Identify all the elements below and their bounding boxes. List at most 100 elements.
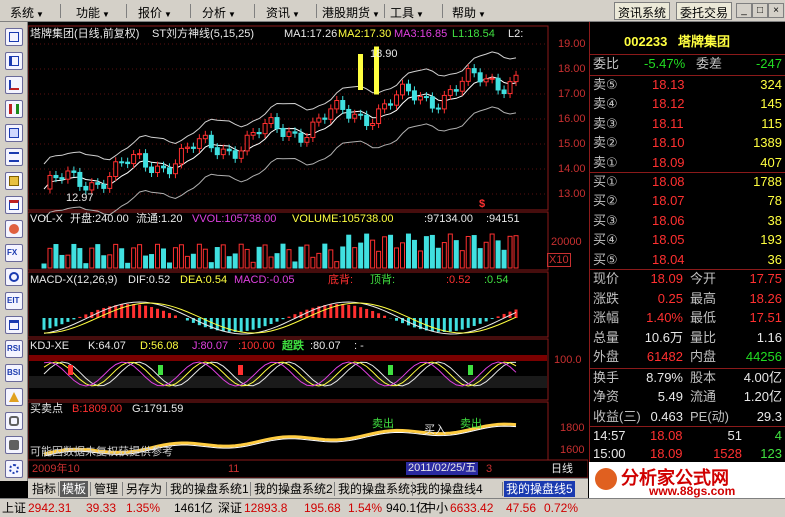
- candle-body: [226, 148, 232, 152]
- date-mid: 11: [228, 463, 240, 475]
- volume-bar: [334, 261, 340, 269]
- menu-analysis[interactable]: 分析 ▼: [202, 4, 236, 21]
- volume-bar: [400, 242, 405, 269]
- volume-bar: [59, 254, 65, 269]
- window-icon[interactable]: [5, 316, 23, 334]
- volume-bar: [340, 246, 346, 269]
- candle-body: [346, 108, 352, 119]
- warning-icon[interactable]: [5, 388, 23, 406]
- candle-body: [435, 107, 441, 110]
- note-icon[interactable]: [5, 196, 23, 214]
- macd-bar: [60, 318, 64, 325]
- highlight-candle: [358, 54, 363, 90]
- buy-volume: 193: [760, 232, 782, 248]
- formula-icon[interactable]: FX: [5, 244, 23, 262]
- candle-body: [113, 161, 119, 178]
- macd-v1: :0.52: [446, 274, 471, 286]
- close-button[interactable]: ×: [768, 3, 784, 18]
- macd-bar: [466, 318, 470, 328]
- line-chart-icon[interactable]: [5, 76, 23, 94]
- settings-icon[interactable]: [5, 460, 23, 478]
- menu-quote[interactable]: 报价 ▼: [138, 4, 172, 21]
- menu-help[interactable]: 帮助 ▼: [452, 4, 486, 21]
- macd-bar: [460, 318, 464, 330]
- tab-manage[interactable]: 管理: [92, 481, 120, 497]
- menu-hk-futures[interactable]: 港股期货 ▼: [322, 4, 380, 21]
- buy-price: 18.05: [652, 232, 685, 248]
- sell-label: 卖③: [593, 115, 618, 131]
- volume-bar: [423, 236, 429, 269]
- volume-bar: [143, 255, 149, 269]
- stat2-label: PE(动): [690, 408, 730, 424]
- tick-count: 123: [760, 446, 782, 461]
- table-icon[interactable]: [5, 52, 23, 70]
- candle-body: [477, 72, 483, 83]
- macd-bar: [490, 318, 494, 319]
- menu-function[interactable]: 功能 ▼: [76, 4, 110, 21]
- phone-icon[interactable]: [5, 436, 23, 454]
- macd-bar: [454, 318, 458, 331]
- news-icon[interactable]: [5, 148, 23, 166]
- volume-bar: [483, 241, 489, 269]
- maximize-button[interactable]: □: [752, 3, 768, 18]
- vol-axis: 20000: [551, 236, 582, 248]
- stat2-value: 4.00亿: [743, 370, 782, 385]
- tab-system-2[interactable]: 我的操盘系统2: [252, 481, 335, 497]
- tab-template[interactable]: 模板: [60, 481, 89, 497]
- stat-value: 17.75: [749, 271, 782, 286]
- link-icon[interactable]: [5, 412, 23, 430]
- ma2-value: MA2:17.30: [338, 28, 392, 40]
- brand-url: www.88gs.com: [649, 484, 736, 498]
- l1-value: L1:18.54: [452, 28, 495, 40]
- tick-time: 15:00: [593, 446, 626, 461]
- candle-body: [447, 89, 453, 96]
- period-label[interactable]: 日线: [551, 463, 573, 476]
- menu-tools[interactable]: 工具 ▼: [390, 4, 424, 21]
- trade-button[interactable]: 委托交易: [676, 2, 733, 20]
- kdj-overbought-band: [29, 355, 547, 361]
- quote-list-icon[interactable]: [5, 28, 23, 46]
- stat-label: 涨幅: [593, 310, 620, 326]
- minimize-button[interactable]: _: [736, 3, 752, 18]
- tab-indicator[interactable]: 指标: [30, 481, 58, 497]
- macd-bar: [221, 318, 225, 332]
- macd-bar: [281, 318, 285, 320]
- volume-bar: [310, 256, 316, 269]
- volume-bar: [196, 243, 202, 269]
- tick-price: 18.08: [650, 428, 683, 443]
- macd-dif: DIF:0.52: [128, 274, 171, 286]
- stat2-value: 8.79%: [646, 370, 683, 385]
- left-toolbar: FX EIT RSI BSI: [0, 22, 28, 481]
- volume-bar: [411, 239, 417, 269]
- tab-system-3[interactable]: 我的操盘系统3: [336, 481, 419, 497]
- menu-system[interactable]: 系统 ▼: [10, 4, 44, 21]
- bsi-icon[interactable]: BSI: [5, 364, 23, 382]
- tab-save-as[interactable]: 另存为: [124, 481, 164, 497]
- tab-line-5[interactable]: 我的操盘线5: [504, 481, 575, 497]
- tab-system-1[interactable]: 我的操盘系统1: [168, 481, 251, 497]
- chart-area[interactable]: 塔牌集团(日线,前复权) ST刘方神线(5,15,25) MA1:17.26 M…: [28, 22, 588, 478]
- stat-label: 今开: [690, 271, 717, 286]
- candle-body: [184, 146, 190, 149]
- sell-price: 18.09: [652, 154, 685, 170]
- indicator-icon[interactable]: [5, 268, 23, 286]
- kline-icon[interactable]: [5, 100, 23, 118]
- edit-icon[interactable]: EIT: [5, 292, 23, 310]
- calendar-icon[interactable]: [5, 172, 23, 190]
- vol-v1: :97134.00: [424, 213, 473, 225]
- chart-icon[interactable]: [5, 124, 23, 142]
- stat-value: 1.16: [756, 329, 782, 345]
- tab-line-4[interactable]: 我的操盘线4: [414, 481, 485, 497]
- candle-body: [95, 182, 101, 185]
- candle-body: [59, 177, 65, 180]
- volume-bar: [286, 249, 292, 269]
- users-icon[interactable]: [5, 220, 23, 238]
- volume-bar: [214, 247, 220, 269]
- stat-value: 61482: [646, 349, 683, 365]
- macd-bar: [353, 305, 357, 318]
- macd-bar: [478, 318, 482, 324]
- date-left: 2009年10: [32, 463, 80, 475]
- info-system-button[interactable]: 资讯系统: [614, 2, 671, 20]
- menu-news[interactable]: 资讯 ▼: [266, 4, 300, 21]
- rsi-icon[interactable]: RSI: [5, 340, 23, 358]
